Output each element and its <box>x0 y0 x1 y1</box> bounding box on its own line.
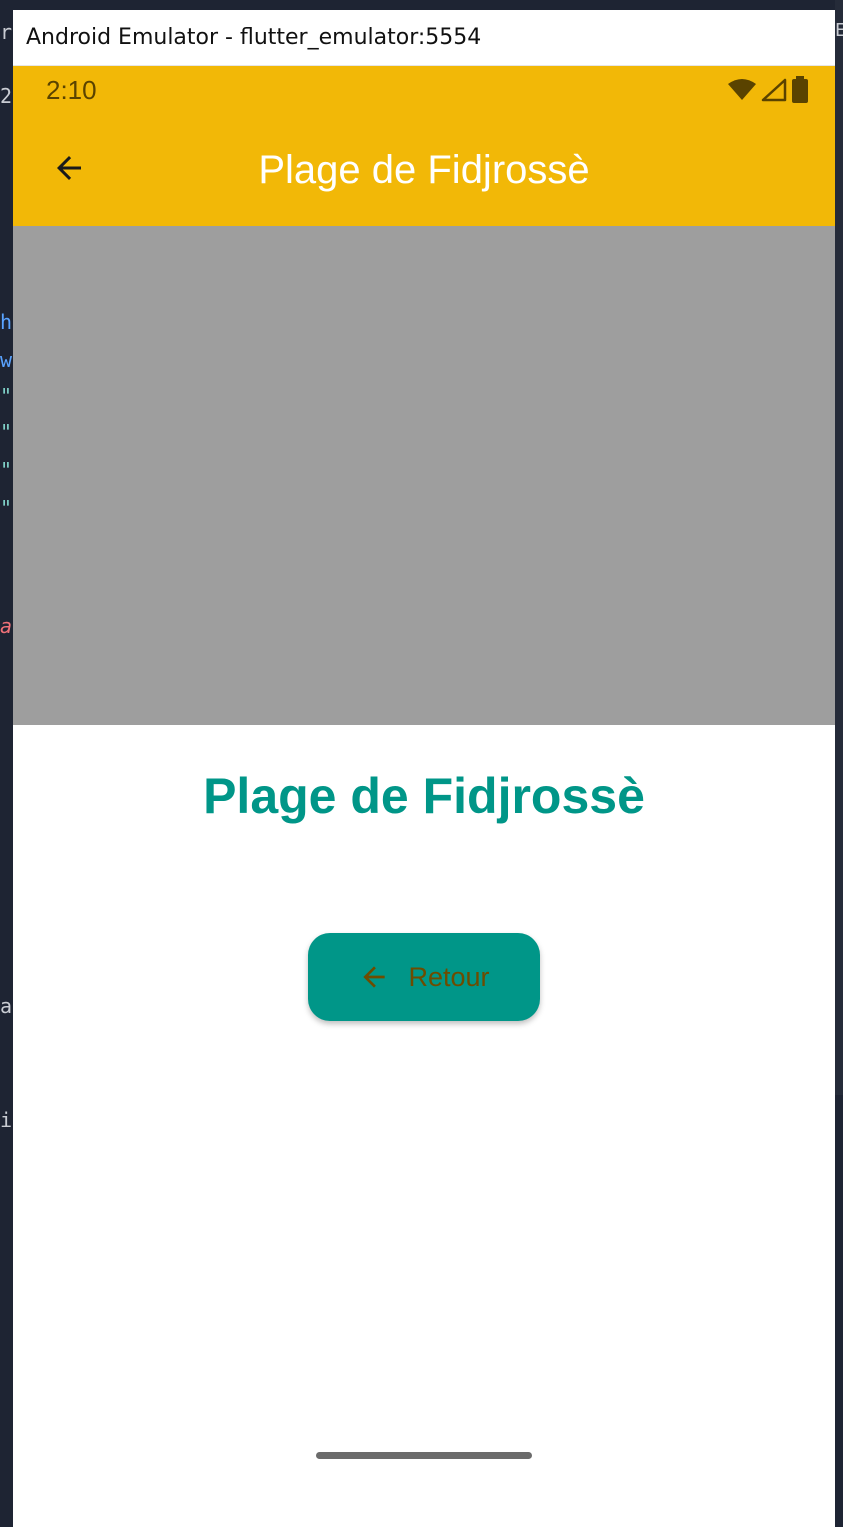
app-bar: Plage de Fidjrossè <box>13 114 835 226</box>
editor-glyph: a <box>0 614 13 638</box>
background-code-editor: r 2 h w " " " " a a i <box>0 0 13 1527</box>
home-indicator[interactable] <box>316 1452 532 1459</box>
place-image-placeholder <box>13 226 835 725</box>
status-icons <box>727 76 809 104</box>
editor-glyph: " <box>0 384 13 408</box>
wifi-icon <box>728 79 756 100</box>
editor-glyph: a <box>0 994 13 1018</box>
editor-glyph: w <box>0 348 13 372</box>
place-title: Plage de Fidjrossè <box>203 768 645 824</box>
editor-glyph: " <box>0 420 13 444</box>
retour-button[interactable]: Retour <box>308 933 540 1021</box>
device-screen: 2:10 Plage de Fidjrossè Plage de Fidjros… <box>13 66 835 1527</box>
retour-button-label: Retour <box>408 961 490 992</box>
editor-glyph: 2 <box>0 84 13 108</box>
window-titlebar[interactable]: Android Emulator - flutter_emulator:5554 <box>13 10 835 66</box>
editor-glyph: " <box>0 496 13 520</box>
editor-glyph: E <box>835 20 843 41</box>
status-time: 2:10 <box>46 74 97 105</box>
window-title: Android Emulator - flutter_emulator:5554 <box>26 25 482 50</box>
editor-glyph: " <box>0 458 13 482</box>
editor-glyph: r <box>0 20 13 44</box>
arrow-back-icon <box>363 966 386 988</box>
editor-glyph: h <box>0 310 13 334</box>
battery-icon <box>792 76 808 103</box>
signal-icon <box>761 78 787 102</box>
editor-glyph: i <box>0 1108 13 1132</box>
editor-divider <box>835 1095 843 1527</box>
status-bar: 2:10 <box>13 66 835 114</box>
place-details: Plage de Fidjrossè Retour <box>13 725 835 1479</box>
desktop: r 2 h w " " " " a a i E Android Emulator… <box>0 0 843 1527</box>
app-bar-title: Plage de Fidjrossè <box>258 147 590 192</box>
background-right-edge: E <box>835 0 843 1527</box>
emulator-window: Android Emulator - flutter_emulator:5554… <box>13 10 835 1527</box>
